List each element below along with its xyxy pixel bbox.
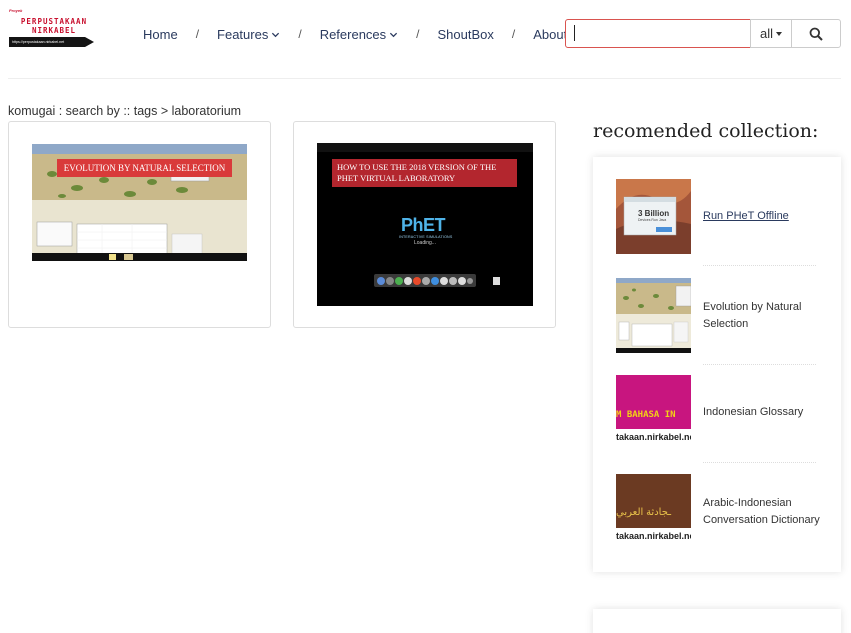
breadcrumb: komugai : search by :: tags > laboratori… (8, 104, 242, 118)
recommended-item[interactable]: 3 Billion Devices Run Java Run PHeT Offl… (616, 179, 818, 254)
phet-logo-subtitle: INTERACTIVE SIMULATIONS (399, 235, 453, 239)
recommended-item[interactable]: M BAHASA IN takaan.nirkabel.ne Indonesia… (616, 375, 818, 450)
logo-url-ribbon: https://perpustakaan.nirkabel.net (9, 37, 94, 47)
thumbnail-subcaption: Devices Run Java (638, 218, 667, 222)
item-divider (703, 364, 816, 365)
item-divider (703, 265, 816, 266)
recommended-link[interactable]: Run PHeT Offline (703, 179, 833, 254)
result-card[interactable]: HOW TO USE THE 2018 VERSION OF THE PHET … (293, 121, 556, 328)
thumbnail-caption: ـجادثة العربي (616, 507, 672, 518)
main-nav: Home / Features / References / ShoutBox … (143, 25, 567, 43)
logo-title: PERPUSTAKAAN NIRKABEL (8, 17, 100, 35)
nav-separator: / (298, 27, 302, 41)
logo-line-1: PERPUSTAKAAN (20, 17, 88, 26)
video-title-banner: HOW TO USE THE 2018 VERSION OF THE PHET … (332, 159, 517, 187)
dictionary-cover (616, 474, 691, 528)
logo-tagline: Proyek (9, 8, 23, 13)
logo-line-2: NIRKABEL (31, 26, 77, 35)
result-card[interactable]: EVOLUTION BY NATURAL SELECTION (8, 121, 271, 328)
recommended-item[interactable]: ـجادثة العربي takaan.nirkabel.ne Arabic-… (616, 474, 820, 549)
text-cursor (574, 25, 575, 41)
search-input[interactable] (565, 19, 751, 48)
site-logo[interactable]: Proyek PERPUSTAKAAN NIRKABEL https://per… (8, 8, 100, 50)
evolution-sim-thumbnail (616, 278, 691, 353)
nav-home-label: Home (143, 26, 178, 42)
nav-separator: / (511, 27, 516, 41)
item-divider (703, 462, 816, 463)
recommended-label: Evolution by Natural Selection (703, 300, 802, 330)
thumbnail-caption: M BAHASA IN (616, 410, 676, 420)
nav-shoutbox-label: ShoutBox (437, 26, 494, 42)
caret-down-icon (776, 32, 782, 36)
phet-logo: PhET (401, 215, 446, 235)
nav-shoutbox[interactable]: ShoutBox (438, 27, 494, 42)
result-thumbnail: HOW TO USE THE 2018 VERSION OF THE PHET … (317, 143, 533, 306)
recommended-thumbnail: ـجادثة العربي takaan.nirkabel.ne (616, 474, 691, 549)
nav-references-dropdown[interactable]: References (320, 27, 398, 42)
secondary-panel (593, 609, 841, 633)
recommended-item[interactable]: Evolution by Natural Selection (616, 278, 818, 353)
search-scope-value: all (759, 26, 773, 41)
recommended-panel: 3 Billion Devices Run Java Run PHeT Offl… (593, 157, 841, 572)
video-title-banner: EVOLUTION BY NATURAL SELECTION (57, 159, 232, 177)
nav-about-label: About (533, 26, 568, 42)
result-thumbnail: EVOLUTION BY NATURAL SELECTION (32, 144, 247, 261)
recommended-thumbnail (616, 278, 691, 353)
thumbnail-url: takaan.nirkabel.ne (616, 432, 691, 442)
nav-about[interactable]: About (533, 27, 567, 42)
thumbnail-caption: 3 Billion (638, 209, 670, 218)
recommended-thumbnail: M BAHASA IN takaan.nirkabel.ne (616, 375, 691, 450)
recommended-heading: recomended collection: (593, 120, 819, 142)
search-button[interactable] (791, 19, 841, 48)
recommended-label: Arabic-Indonesian Conversation Dictionar… (703, 496, 820, 526)
header-divider (8, 78, 841, 79)
chevron-down-icon (272, 32, 280, 38)
nav-home[interactable]: Home (143, 27, 178, 42)
recommended-thumbnail: 3 Billion Devices Run Java (616, 179, 691, 254)
nav-separator: / (195, 27, 200, 41)
search-icon (809, 27, 823, 41)
chevron-down-icon (390, 32, 398, 38)
nav-features-dropdown[interactable]: Features (217, 27, 280, 42)
nav-separator: / (416, 27, 420, 41)
nav-references-label: References (319, 26, 387, 42)
glossary-cover (616, 375, 691, 429)
thumbnail-url: takaan.nirkabel.ne (616, 531, 691, 541)
nav-features-label: Features (217, 26, 269, 42)
loading-text: Loading... (414, 240, 436, 246)
search-scope-select[interactable]: all (750, 19, 792, 48)
recommended-label: Indonesian Glossary (703, 406, 804, 418)
